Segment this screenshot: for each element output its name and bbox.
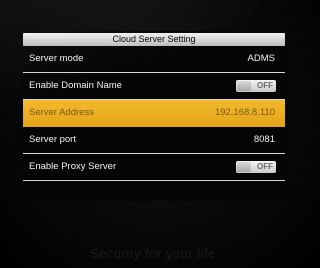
lcd-screen: Cloud Server Setting Server mode ADMS En… [20,31,288,201]
server-address-value: 192.168.8.110 [214,107,275,118]
device-slogan: Security for your life [90,246,216,261]
enable-domain-name-toggle[interactable]: OFF [236,80,276,92]
server-mode-row[interactable]: Server mode ADMS [23,46,285,73]
server-port-row[interactable]: Server port 8081 [23,127,285,154]
toggle-knob [237,81,251,91]
enable-domain-name-label: Enable Domain Name [29,80,122,91]
enable-proxy-server-toggle[interactable]: OFF [236,161,276,173]
toggle-state: OFF [257,81,273,90]
server-address-label: Server Address [29,107,94,118]
enable-proxy-server-label: Enable Proxy Server [29,161,117,172]
server-port-value: 8081 [253,134,275,145]
toggle-knob [237,162,251,172]
server-mode-label: Server mode [29,53,84,64]
enable-domain-name-row[interactable]: Enable Domain Name OFF [23,73,285,100]
server-port-label: Server port [29,134,76,145]
enable-proxy-server-row[interactable]: Enable Proxy Server OFF [23,154,285,181]
device-bezel: Cloud Server Setting Server mode ADMS En… [0,0,320,268]
page-title: Cloud Server Setting [23,33,285,46]
server-address-row[interactable]: Server Address 192.168.8.110 [23,100,285,127]
toggle-state: OFF [257,162,273,171]
server-mode-value: ADMS [247,53,275,64]
